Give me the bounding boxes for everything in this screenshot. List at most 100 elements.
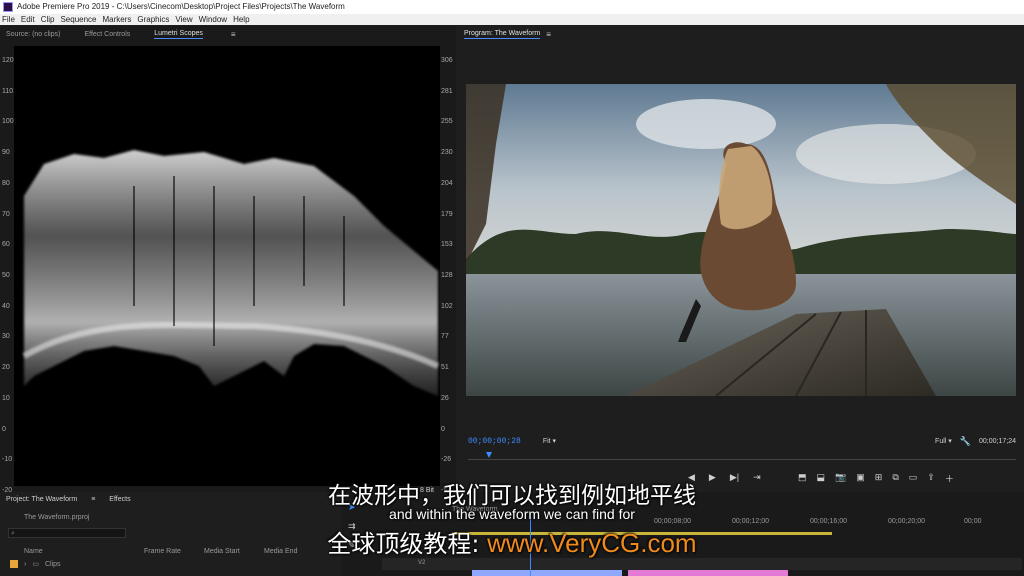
scale-tick-ire: 100 xyxy=(2,118,14,126)
scale-tick-ire: 50 xyxy=(2,272,10,279)
label-color-swatch xyxy=(10,560,18,568)
scale-tick-code: 306 xyxy=(441,57,453,64)
video-still xyxy=(466,84,1016,396)
timeline-playhead[interactable] xyxy=(530,514,531,576)
step-forward-icon[interactable]: ▶| xyxy=(730,472,739,483)
zoom-dropdown[interactable]: Fit ▾ xyxy=(543,437,556,445)
safe-margins-icon[interactable]: ⧉ xyxy=(892,472,898,485)
column-frame-rate[interactable]: Frame Rate xyxy=(144,548,181,555)
program-right-controls: Full ▾ 🔧 00;00;17;24 xyxy=(935,436,1016,447)
premiere-logo-icon xyxy=(3,2,13,12)
quality-value: Full xyxy=(935,438,947,445)
tab-lumetri-scopes[interactable]: Lumetri Scopes xyxy=(154,30,203,39)
scale-tick-ire: 80 xyxy=(2,179,10,187)
vr-icon[interactable]: ▭ xyxy=(909,472,918,485)
scale-tick-code: 0 xyxy=(441,425,445,433)
track-select-icon[interactable]: ⇉ xyxy=(348,521,356,532)
list-item[interactable]: › ▭ Clips xyxy=(10,560,61,568)
scale-tick-ire: 20 xyxy=(2,364,10,372)
extract-icon[interactable]: ⬓ xyxy=(817,472,826,485)
scale-tick-ire: 120 xyxy=(2,57,14,64)
project-tabbar: Project: The Waveform ≡ Effects xyxy=(6,496,131,503)
overlay-icon[interactable]: ⊞ xyxy=(875,472,883,485)
tab-source[interactable]: Source: (no clips) xyxy=(6,31,60,38)
compare-icon[interactable]: ▣ xyxy=(856,472,865,485)
project-file-name: The Waveform.prproj xyxy=(24,514,90,521)
chevron-right-icon[interactable]: › xyxy=(24,561,26,568)
panel-menu-icon[interactable]: ≡ xyxy=(91,496,95,503)
column-media-end[interactable]: Media End xyxy=(264,548,297,555)
go-to-out-icon[interactable]: ⇥ xyxy=(753,472,761,483)
program-timecode-row: 00;00;00;28 Fit ▾ Full ▾ 🔧 00;00;17;24 xyxy=(468,434,1016,448)
selection-tool-icon[interactable]: ➤ xyxy=(348,502,356,513)
scale-tick-ire: -10 xyxy=(2,456,13,464)
column-media-start[interactable]: Media Start xyxy=(204,548,240,555)
add-button-icon[interactable]: ＋ xyxy=(945,472,954,485)
scale-tick-code: 255 xyxy=(441,118,453,126)
timeline-ruler[interactable]: The Waveform 00;00;08;00 00;00;12;00 00;… xyxy=(412,506,992,532)
scale-tick-ire: 60 xyxy=(2,241,10,249)
timeline-panel: ➤ ⇉ ✎ The Waveform 00;00;08;00 00;00;12;… xyxy=(342,492,1024,576)
chevron-down-icon: ▾ xyxy=(552,438,557,445)
menu-help[interactable]: Help xyxy=(233,14,249,25)
chevron-down-icon: ▾ xyxy=(948,438,952,445)
menu-window[interactable]: Window xyxy=(199,14,227,25)
program-tabbar: Program: The Waveform ≡ xyxy=(458,26,1024,42)
scale-tick-code: 281 xyxy=(441,87,453,95)
tab-project[interactable]: Project: The Waveform xyxy=(6,496,77,503)
scale-tick-code: 204 xyxy=(441,179,453,187)
tab-effect-controls[interactable]: Effect Controls xyxy=(84,31,130,38)
menu-file[interactable]: File xyxy=(2,14,15,25)
scale-tick-code: 102 xyxy=(441,302,453,310)
ruler-tick: 00;00;08;00 xyxy=(654,518,691,525)
menu-view[interactable]: View xyxy=(175,14,192,25)
ruler-tick: 00;00;20;00 xyxy=(888,518,925,525)
work-area-bar[interactable] xyxy=(452,532,832,535)
panel-menu-icon[interactable]: ≡ xyxy=(231,30,236,39)
current-timecode[interactable]: 00;00;00;28 xyxy=(468,437,521,446)
scale-tick-ire: 10 xyxy=(2,394,10,402)
scale-tick-ire: 90 xyxy=(2,149,10,157)
column-name[interactable]: Name xyxy=(24,548,43,555)
transport-controls: ◀ ▶ ▶| ⇥ xyxy=(688,472,761,483)
track-v2[interactable]: V2 xyxy=(382,558,1022,570)
play-icon[interactable]: ▶ xyxy=(709,472,716,483)
program-time-ruler[interactable] xyxy=(468,452,1016,460)
scale-tick-code: 230 xyxy=(441,149,453,157)
scale-tick-ire: 40 xyxy=(2,302,10,310)
razor-tool-icon[interactable]: ✎ xyxy=(348,540,356,551)
folder-icon: ▭ xyxy=(32,561,39,568)
scale-tick-ire: 0 xyxy=(2,425,6,433)
project-search-input[interactable]: ⌕ xyxy=(8,528,126,538)
menu-markers[interactable]: Markers xyxy=(103,14,132,25)
program-video-frame[interactable] xyxy=(466,84,1016,396)
scale-tick-code: 77 xyxy=(441,333,449,341)
duration-timecode: 00;00;17;24 xyxy=(979,437,1016,445)
tools-panel: ➤ ⇉ ✎ xyxy=(348,502,356,551)
menu-clip[interactable]: Clip xyxy=(41,14,55,25)
menu-edit[interactable]: Edit xyxy=(21,14,35,25)
monitor-buttons: ⬒ ⬓ 📷 ▣ ⊞ ⧉ ▭ ⇪ ＋ xyxy=(798,472,954,485)
sequence-tab[interactable]: The Waveform xyxy=(452,506,498,513)
camera-icon[interactable]: 📷 xyxy=(835,472,846,485)
panel-menu-icon[interactable]: ≡ xyxy=(546,30,551,39)
ruler-tick: 00;00;12;00 xyxy=(732,518,769,525)
wrench-icon[interactable]: 🔧 xyxy=(960,436,971,447)
scale-tick-code: 26 xyxy=(441,394,449,402)
export-frame-icon[interactable]: ⇪ xyxy=(927,472,935,485)
timeline-clip[interactable] xyxy=(628,570,788,576)
quality-dropdown[interactable]: Full ▾ xyxy=(935,437,952,445)
menu-graphics[interactable]: Graphics xyxy=(137,14,169,25)
program-monitor: Program: The Waveform ≡ 00;00;00;28 Fit … xyxy=(458,26,1024,492)
lift-icon[interactable]: ⬒ xyxy=(798,472,807,485)
title-bar: Adobe Premiere Pro 2019 - C:\Users\Cinec… xyxy=(0,0,1024,14)
scale-tick-ire: 30 xyxy=(2,333,10,341)
ruler-tick: 00;00;16;00 xyxy=(810,518,847,525)
search-icon: ⌕ xyxy=(11,530,15,537)
tab-program[interactable]: Program: The Waveform xyxy=(464,30,541,39)
menu-sequence[interactable]: Sequence xyxy=(60,14,96,25)
step-back-icon[interactable]: ◀ xyxy=(688,472,695,483)
timeline-clip[interactable] xyxy=(472,570,622,576)
tab-effects[interactable]: Effects xyxy=(109,496,130,503)
ruler-tick: 00;00 xyxy=(964,518,982,525)
